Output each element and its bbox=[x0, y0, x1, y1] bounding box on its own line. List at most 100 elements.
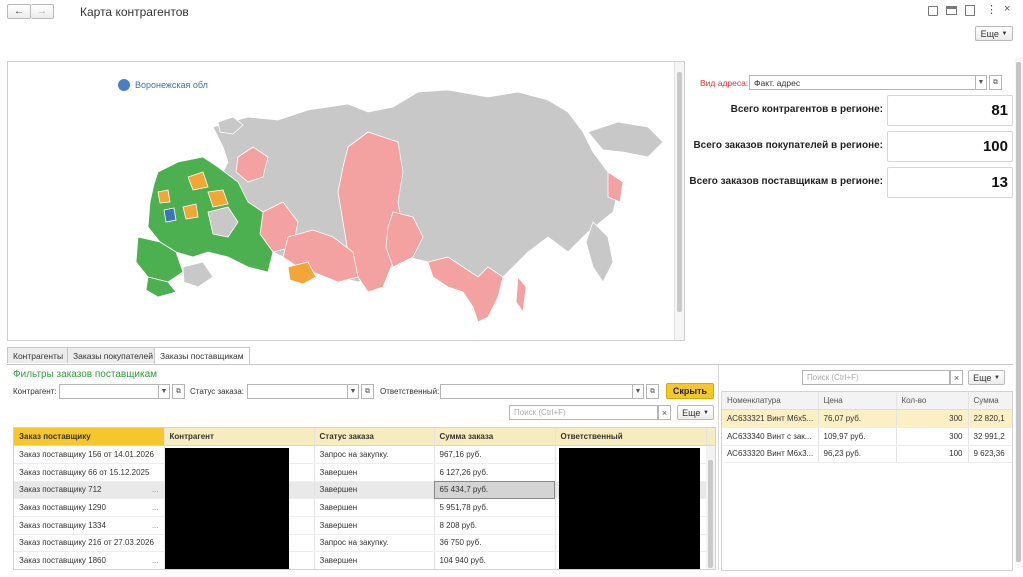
order-cell[interactable]: Заказ поставщику 1334... bbox=[14, 516, 165, 535]
col-scroll bbox=[706, 428, 715, 447]
order-name: Заказ поставщику 216 от 27.03.2026 bbox=[19, 538, 154, 548]
page-scrollbar-thumb[interactable] bbox=[1016, 62, 1021, 562]
col-item-name[interactable]: Номенклатура bbox=[722, 392, 819, 411]
col-contractor[interactable]: Контрагент bbox=[164, 428, 315, 447]
col-status[interactable]: Статус заказа bbox=[314, 428, 435, 447]
status-filter-label: Статус заказа: bbox=[190, 387, 245, 396]
order-cell[interactable]: Заказ поставщику 156 от 14.01.2026 bbox=[14, 445, 165, 464]
col-responsible[interactable]: Ответственный bbox=[555, 428, 707, 447]
contractor-dropdown-button[interactable]: ▼ bbox=[159, 384, 170, 399]
table-row[interactable]: АС633321 Винт М6х5... 76,07 руб. 300 22 820… bbox=[722, 409, 1012, 428]
contractor-filter-label: Контрагент: bbox=[13, 387, 57, 396]
status-filter[interactable]: ▼ ⧉ bbox=[247, 384, 374, 399]
preview-icon[interactable] bbox=[965, 5, 975, 16]
tab-buyer-orders[interactable]: Заказы покупателей bbox=[67, 347, 159, 363]
address-dropdown-button[interactable]: ▼ bbox=[976, 75, 987, 90]
item-price-cell: 76,07 руб. bbox=[818, 409, 897, 428]
sum-cell: 967,16 руб. bbox=[434, 445, 556, 464]
responsible-field[interactable] bbox=[440, 384, 633, 399]
col-order[interactable]: Заказ поставщику bbox=[14, 428, 165, 447]
map-region-chukotka-pink bbox=[607, 171, 624, 203]
item-name-cell: АС633321 Винт М6х5... bbox=[722, 409, 819, 428]
responsible-open-button[interactable]: ⧉ bbox=[646, 384, 659, 399]
print-icon[interactable] bbox=[946, 6, 957, 15]
ellipsis-button[interactable]: ... bbox=[152, 521, 159, 530]
status-cell: Завершен bbox=[314, 463, 435, 482]
item-sum-cell: 22 820,1 bbox=[968, 409, 1012, 428]
status-cell: Завершен bbox=[314, 498, 435, 517]
orders-scrollbar[interactable] bbox=[706, 446, 715, 569]
stat-supplier-orders-label: Всего заказов поставщикам в регионе: bbox=[689, 176, 883, 187]
orders-search-clear-icon[interactable]: × bbox=[658, 405, 671, 420]
responsible-filter[interactable]: ▼ ⧉ bbox=[440, 384, 659, 399]
status-cell: Запрос на закупку. bbox=[314, 445, 435, 464]
contractor-filter[interactable]: ▼ ⧉ bbox=[59, 384, 185, 399]
page-scrollbar[interactable] bbox=[1015, 58, 1023, 568]
item-sum-cell: 9 623,36 bbox=[968, 445, 1012, 464]
back-button[interactable]: ← bbox=[7, 4, 31, 19]
address-label: Вид адреса: bbox=[700, 78, 749, 88]
items-table: Номенклатура Цена Кол-во Сумма АС633321 … bbox=[721, 391, 1013, 571]
item-qty-cell: 300 bbox=[896, 427, 969, 446]
hide-button[interactable]: Скрыть bbox=[666, 383, 714, 399]
col-item-qty[interactable]: Кол-во bbox=[896, 392, 969, 411]
items-search-input[interactable]: Поиск (Ctrl+F) bbox=[802, 370, 950, 385]
items-search[interactable]: Поиск (Ctrl+F) × bbox=[802, 370, 963, 385]
contractor-field[interactable] bbox=[59, 384, 159, 399]
table-row[interactable]: АС633340 Винт с зак... 109,97 руб. 300 32 9… bbox=[722, 427, 1012, 446]
address-field[interactable]: Факт. адрес bbox=[749, 75, 976, 90]
items-more-button[interactable]: Еще ▼ bbox=[968, 370, 1005, 385]
forward-button[interactable]: → bbox=[31, 4, 54, 19]
ellipsis-button[interactable]: ... bbox=[152, 556, 159, 565]
ellipsis-button[interactable]: ... bbox=[152, 485, 159, 494]
responsible-filter-label: Ответственный: bbox=[380, 387, 440, 396]
save-icon[interactable] bbox=[928, 6, 938, 16]
orders-scrollbar-thumb[interactable] bbox=[708, 460, 713, 568]
more-button-label: Еще bbox=[980, 28, 999, 39]
orders-search[interactable]: Поиск (Ctrl+F) × bbox=[509, 405, 671, 420]
stat-buyer-orders-label: Всего заказов покупателей в регионе: bbox=[693, 140, 883, 151]
order-cell[interactable]: Заказ поставщику 712... bbox=[14, 481, 165, 500]
russia-map[interactable] bbox=[8, 62, 673, 340]
address-open-button[interactable]: ⧉ bbox=[989, 75, 1002, 90]
chevron-down-icon: ▼ bbox=[993, 374, 1000, 381]
redacted-responsible bbox=[559, 448, 700, 569]
status-cell: Завершен bbox=[314, 516, 435, 535]
responsible-dropdown-button[interactable]: ▼ bbox=[633, 384, 644, 399]
close-icon[interactable]: × bbox=[1004, 3, 1010, 15]
address-select[interactable]: Факт. адрес ▼ ⧉ bbox=[749, 75, 1002, 90]
col-item-sum[interactable]: Сумма bbox=[968, 392, 1012, 411]
map-panel: Воронежская обл bbox=[7, 61, 685, 341]
item-price-cell: 109,97 руб. bbox=[818, 427, 897, 446]
status-field[interactable] bbox=[247, 384, 348, 399]
contractor-open-button[interactable]: ⧉ bbox=[172, 384, 185, 399]
sum-cell: 36 750 руб. bbox=[434, 534, 556, 553]
menu-dots-icon[interactable]: ⋮ bbox=[986, 3, 997, 16]
sum-cell: 8 208 руб. bbox=[434, 516, 556, 535]
order-cell[interactable]: Заказ поставщику 1290... bbox=[14, 498, 165, 517]
orders-more-button[interactable]: Еще ▼ bbox=[677, 405, 714, 420]
status-open-button[interactable]: ⧉ bbox=[361, 384, 374, 399]
order-cell[interactable]: Заказ поставщику 216 от 27.03.2026 bbox=[14, 534, 165, 553]
map-scrollbar-thumb[interactable] bbox=[677, 72, 682, 312]
table-row[interactable]: АС633320 Винт М6х3... 96,23 руб. 100 9 623,… bbox=[722, 445, 1012, 464]
stat-supplier-orders-value: 13 bbox=[887, 167, 1013, 198]
map-scrollbar[interactable] bbox=[674, 62, 684, 340]
col-item-price[interactable]: Цена bbox=[818, 392, 897, 411]
map-region-orange-3 bbox=[182, 203, 199, 220]
order-cell[interactable]: Заказ поставщику 66 от 15.12.2025 bbox=[14, 463, 165, 482]
col-sum[interactable]: Сумма заказа bbox=[434, 428, 556, 447]
map-region-sakhalin bbox=[515, 275, 527, 314]
map-region-kamchatka bbox=[585, 221, 614, 283]
status-cell: Завершен bbox=[314, 551, 435, 569]
tab-supplier-orders[interactable]: Заказы поставщикам bbox=[154, 347, 250, 364]
tab-contractors[interactable]: Контрагенты bbox=[7, 347, 70, 363]
map-region-voronezh bbox=[163, 207, 177, 223]
ellipsis-button[interactable]: ... bbox=[152, 503, 159, 512]
status-dropdown-button[interactable]: ▼ bbox=[348, 384, 359, 399]
items-search-clear-icon[interactable]: × bbox=[950, 370, 963, 385]
order-cell[interactable]: Заказ поставщику 1860... bbox=[14, 551, 165, 569]
more-button[interactable]: Еще ▼ bbox=[975, 26, 1013, 41]
tab-bar: Контрагенты Заказы покупателей Заказы по… bbox=[7, 347, 1013, 365]
orders-search-input[interactable]: Поиск (Ctrl+F) bbox=[509, 405, 658, 420]
